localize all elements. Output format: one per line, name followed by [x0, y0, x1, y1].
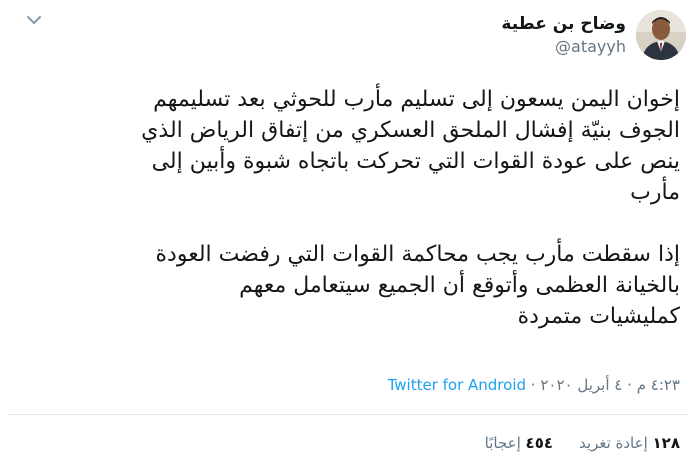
- tweet-date[interactable]: ٤ أبريل ٢٠٢٠: [540, 376, 622, 394]
- author-handle[interactable]: @atayyh: [501, 36, 626, 58]
- likes-label: إعجابًا: [484, 434, 521, 452]
- tweet-paragraph-2: إذا سقطت مأرب يجب محاكمة القوات التي رفض…: [155, 242, 680, 329]
- retweets-label: إعادة تغريد: [579, 434, 648, 452]
- retweets-stat[interactable]: ١٢٨ إعادة تغريد: [579, 434, 680, 452]
- tweet-time[interactable]: ٤:٢٣ م: [637, 376, 680, 394]
- tweet-text: إخوان اليمن يسعون إلى تسليم مأرب للحوثي …: [0, 84, 680, 332]
- likes-stat[interactable]: ٤٥٤ إعجابًا: [485, 434, 553, 452]
- divider: [8, 414, 688, 415]
- tweet-meta: ٤:٢٣ م · ٤ أبريل ٢٠٢٠ · Twitter for Andr…: [388, 376, 680, 394]
- retweets-count: ١٢٨: [652, 434, 680, 452]
- author-display-name[interactable]: وضاح بن عطية: [501, 12, 626, 36]
- author-names: وضاح بن عطية @atayyh: [501, 12, 626, 58]
- tweet-paragraph-1: إخوان اليمن يسعون إلى تسليم مأرب للحوثي …: [141, 87, 680, 205]
- chevron-down-icon[interactable]: [26, 12, 42, 28]
- tweet-header: وضاح بن عطية @atayyh: [501, 10, 686, 60]
- avatar[interactable]: [636, 10, 686, 60]
- tweet-source-link[interactable]: Twitter for Android: [388, 376, 526, 394]
- meta-separator: ·: [530, 376, 536, 394]
- tweet-stats: ١٢٨ إعادة تغريد ٤٥٤ إعجابًا: [459, 434, 680, 452]
- meta-separator: ·: [627, 376, 632, 394]
- profile-photo-icon: [636, 10, 686, 60]
- likes-count: ٤٥٤: [525, 434, 554, 452]
